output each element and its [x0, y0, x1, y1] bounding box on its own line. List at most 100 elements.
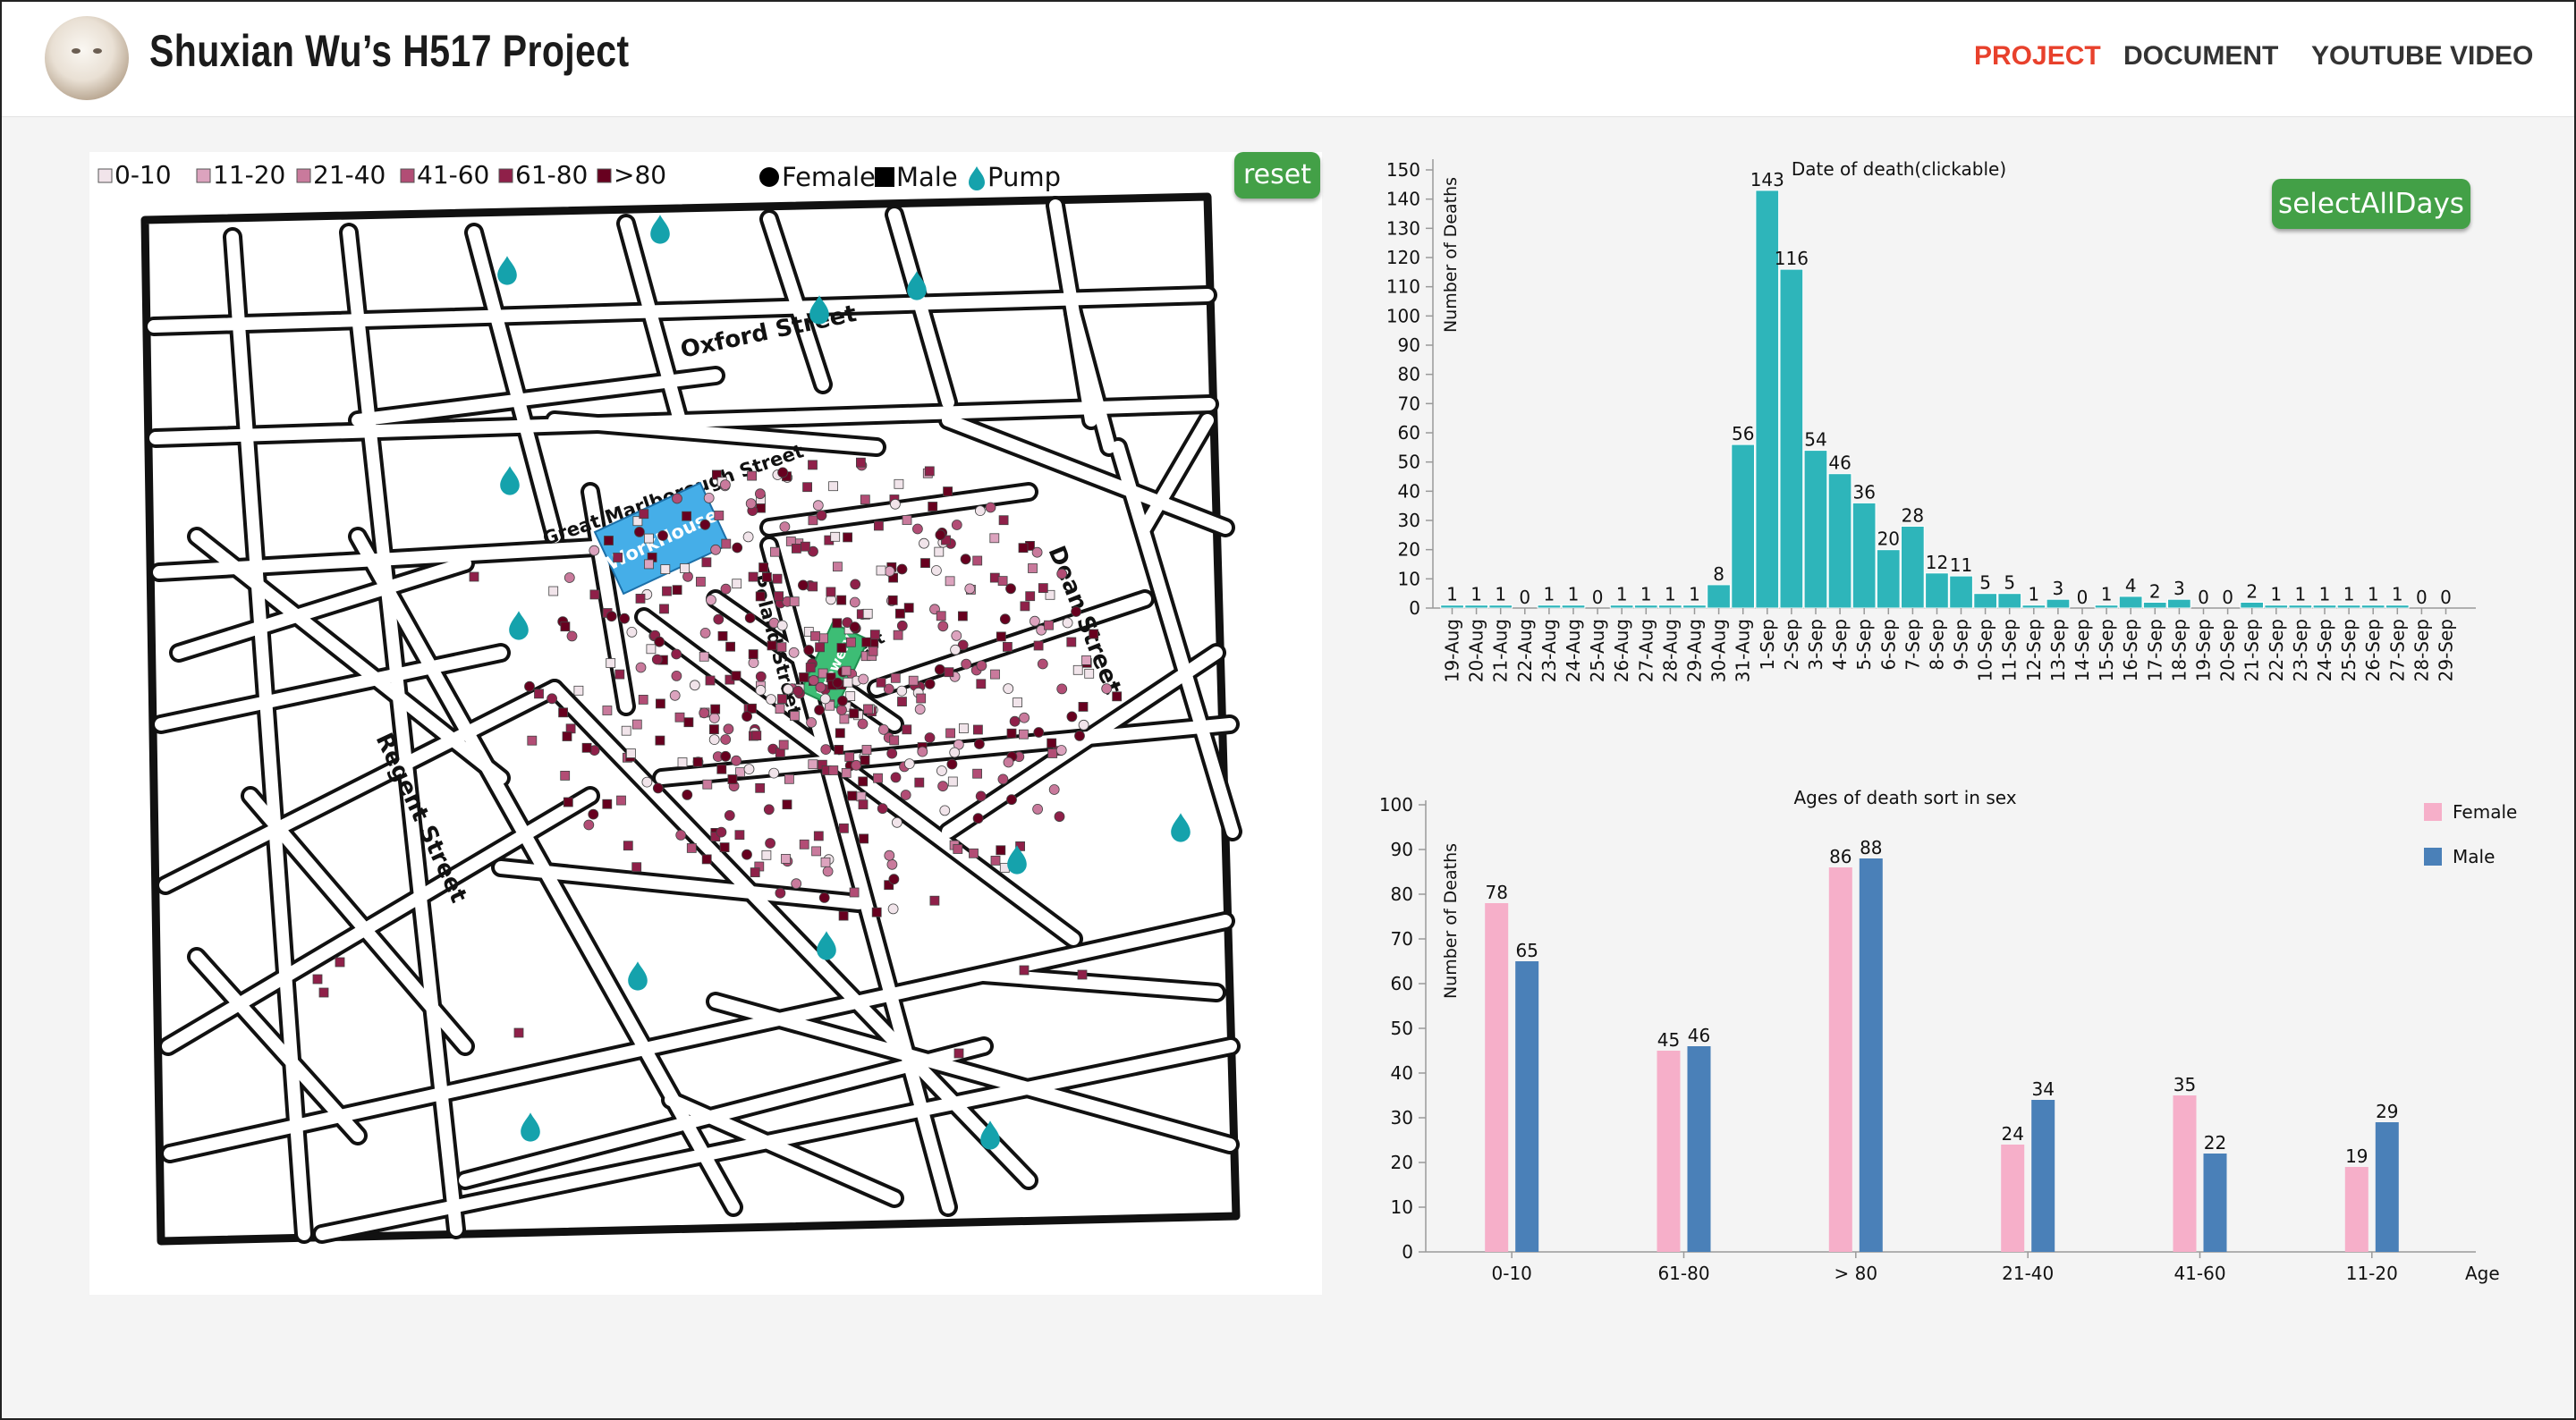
date-bar[interactable] — [1827, 473, 1852, 609]
death-marker-female — [820, 744, 832, 755]
date-bar[interactable] — [1949, 575, 1973, 609]
death-marker-female — [699, 519, 711, 530]
age-bar-male[interactable] — [1687, 1046, 1711, 1252]
y-tick-label: 50 — [1391, 1018, 1413, 1039]
death-marker-male — [936, 611, 946, 621]
date-bar[interactable] — [2360, 604, 2385, 609]
date-bar[interactable] — [1440, 604, 1464, 609]
x-tick-label: 16-Sep — [2120, 619, 2141, 681]
age-bar-male[interactable] — [1859, 858, 1883, 1252]
age-bar-male[interactable] — [2375, 1122, 2399, 1252]
death-marker-male — [335, 957, 345, 968]
date-bar[interactable] — [2021, 604, 2046, 609]
date-bar[interactable] — [1537, 604, 1562, 609]
x-tick-label: 25-Sep — [2338, 619, 2360, 681]
death-marker-female — [822, 866, 834, 877]
death-marker-male — [860, 755, 870, 765]
age-bar-female[interactable] — [1657, 1051, 1681, 1252]
death-marker-female — [924, 678, 936, 689]
date-bar[interactable] — [1488, 604, 1513, 609]
date-bar[interactable] — [2142, 602, 2167, 609]
death-marker-male — [876, 565, 886, 576]
death-marker-female — [917, 746, 928, 757]
reset-button[interactable]: reset — [1234, 152, 1320, 199]
death-marker-male — [841, 665, 852, 676]
date-bar[interactable] — [1707, 584, 1731, 609]
date-bar[interactable] — [2288, 604, 2313, 609]
date-bar[interactable] — [1876, 549, 1901, 609]
date-bar[interactable] — [1561, 604, 1586, 609]
date-bar[interactable] — [1658, 604, 1682, 609]
death-marker-female — [744, 613, 756, 623]
x-tick-label: 20-Aug — [1466, 619, 1487, 682]
date-bar[interactable] — [1901, 526, 1925, 609]
death-marker-male — [638, 695, 648, 705]
date-bar[interactable] — [1925, 572, 1949, 609]
death-marker-female — [1019, 712, 1030, 723]
avatar[interactable] — [45, 16, 129, 100]
death-marker-male — [562, 731, 572, 741]
date-bar[interactable] — [1609, 604, 1634, 609]
age-bar-female[interactable] — [2001, 1145, 2025, 1252]
date-bar[interactable] — [1973, 593, 1997, 609]
death-marker-male — [959, 723, 969, 733]
nav-document[interactable]: DOCUMENT — [2123, 41, 2278, 72]
death-marker-male — [701, 557, 712, 568]
date-bar-value: 28 — [1902, 505, 1924, 527]
date-bar[interactable] — [2167, 598, 2191, 609]
death-marker-male — [893, 630, 903, 640]
date-bar[interactable] — [1682, 604, 1707, 609]
death-marker-male — [902, 515, 912, 525]
nav-youtube-video[interactable]: YOUTUBE VIDEO — [2311, 41, 2533, 72]
death-marker-male — [761, 849, 772, 860]
death-marker-female — [975, 790, 987, 802]
date-bar[interactable] — [2118, 596, 2143, 609]
date-bar[interactable] — [1997, 593, 2022, 609]
date-bar[interactable] — [2385, 604, 2410, 609]
age-bar-male[interactable] — [2031, 1100, 2055, 1252]
age-bar-male[interactable] — [2203, 1154, 2227, 1252]
death-marker-female — [743, 764, 755, 774]
death-marker-female — [566, 630, 578, 642]
age-bar-female[interactable] — [2173, 1095, 2197, 1252]
death-marker-female — [924, 732, 936, 743]
death-marker-female — [1031, 546, 1043, 558]
date-bar[interactable] — [2046, 598, 2071, 609]
age-bar-female[interactable] — [1485, 903, 1509, 1252]
date-bar-value: 11 — [1950, 554, 1972, 576]
y-tick-label: 40 — [1398, 480, 1420, 502]
death-marker-male — [859, 833, 869, 844]
legend-male-label: Male — [2453, 846, 2495, 867]
death-marker-male — [928, 502, 938, 511]
death-marker-female — [706, 595, 716, 605]
x-tick-label: 15-Sep — [2096, 619, 2117, 681]
date-bar[interactable] — [1852, 502, 1877, 609]
age-bar-male[interactable] — [1515, 961, 1539, 1252]
date-bar[interactable] — [2336, 604, 2361, 609]
death-marker-female — [776, 620, 788, 631]
date-bar[interactable] — [1803, 450, 1828, 609]
death-marker-female — [884, 849, 895, 861]
age-bar-female[interactable] — [1828, 867, 1852, 1252]
date-bar[interactable] — [2312, 604, 2337, 609]
x-tick-label: 6-Sep — [1877, 619, 1899, 671]
select-all-days-button[interactable]: selectAllDays — [2272, 179, 2470, 229]
death-marker-female — [626, 627, 638, 638]
death-marker-male — [1006, 728, 1017, 739]
date-bar[interactable] — [1633, 604, 1658, 609]
cholera-map[interactable]: 0-10 11-20 21-40 41-60 61-80 >80 Female Male Pum… — [89, 152, 1322, 1295]
date-bar[interactable] — [2264, 604, 2289, 609]
date-bar[interactable] — [1779, 268, 1804, 609]
date-bar[interactable] — [2094, 604, 2119, 609]
death-marker-male — [626, 748, 636, 758]
death-marker-male — [1046, 738, 1057, 748]
death-marker-female — [888, 874, 900, 885]
date-bar[interactable] — [1464, 604, 1489, 609]
nav-project[interactable]: PROJECT — [1974, 41, 2101, 72]
death-marker-male — [789, 596, 800, 607]
x-tick-label: 27-Sep — [2386, 619, 2408, 681]
date-bar[interactable] — [1731, 444, 1755, 609]
date-bar[interactable] — [2240, 602, 2264, 609]
age-bar-female[interactable] — [2344, 1167, 2368, 1252]
death-marker-male — [805, 663, 816, 672]
